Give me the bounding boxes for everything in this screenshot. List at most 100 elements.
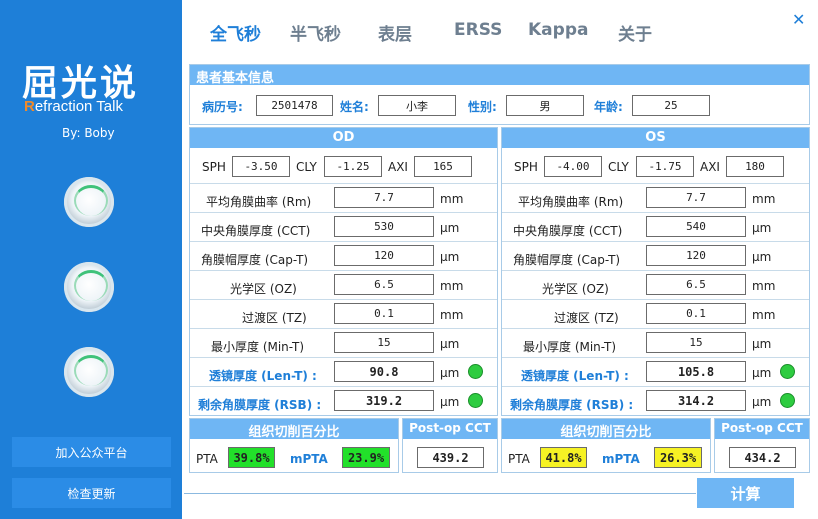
os-axi-field[interactable]: 180 <box>726 156 784 177</box>
od-postop-field[interactable]: 439.2 <box>417 447 484 468</box>
od-cct-unit: μm <box>440 221 460 235</box>
od-rm-label: 平均角膜曲率 (Rm) <box>206 195 312 209</box>
eye-icon-surface[interactable] <box>64 347 114 397</box>
os-ratio-panel: 组织切削百分比 PTA 41.8% mPTA 26.3% <box>501 418 711 473</box>
tab-about[interactable]: 关于 <box>618 20 652 45</box>
tab-surface[interactable]: 表层 <box>378 20 412 45</box>
od-rm-field[interactable]: 7.7 <box>334 187 434 208</box>
close-icon[interactable]: ✕ <box>792 10 805 29</box>
od-min-label: 最小厚度 (Min-T) <box>211 340 305 354</box>
od-cyl-field[interactable]: -1.25 <box>324 156 382 177</box>
os-postop-field[interactable]: 434.2 <box>729 447 796 468</box>
os-rm-label: 平均角膜曲率 (Rm) <box>518 195 624 209</box>
tab-erss[interactable]: ERSS <box>454 20 502 40</box>
os-pta-label: PTA <box>508 452 530 466</box>
os-sph-label: SPH <box>514 160 538 174</box>
divider <box>190 299 497 300</box>
od-cct-field[interactable]: 530 <box>334 216 434 237</box>
os-cct-field[interactable]: 540 <box>646 216 746 237</box>
od-pta-field[interactable]: 39.8% <box>228 447 275 468</box>
od-cap-field[interactable]: 120 <box>334 245 434 266</box>
od-min-unit: μm <box>440 337 460 351</box>
tab-full-femto[interactable]: 全飞秒 <box>210 20 261 45</box>
od-rsb-unit: μm <box>440 395 460 409</box>
divider <box>190 386 497 387</box>
join-platform-button[interactable]: 加入公众平台 <box>12 437 171 467</box>
os-len-field[interactable]: 105.8 <box>646 361 746 382</box>
od-len-field[interactable]: 90.8 <box>334 361 434 382</box>
od-oz-field[interactable]: 6.5 <box>334 274 434 295</box>
od-title: OD <box>190 128 497 148</box>
divider <box>190 183 497 184</box>
divider <box>502 328 809 329</box>
od-cap-label: 角膜帽厚度 (Cap-T) <box>201 253 309 267</box>
sex-label: 性别: <box>468 100 497 114</box>
od-tz-field[interactable]: 0.1 <box>334 303 434 324</box>
patient-panel-title: 患者基本信息 <box>190 65 809 86</box>
os-cap-label: 角膜帽厚度 (Cap-T) <box>513 253 621 267</box>
os-rsb-unit: μm <box>752 395 772 409</box>
tab-kappa[interactable]: Kappa <box>528 20 588 40</box>
record-id-label: 病历号: <box>202 100 243 114</box>
os-pta-field[interactable]: 41.8% <box>540 447 587 468</box>
eye-icon-full-femto[interactable] <box>64 177 114 227</box>
os-tz-unit: mm <box>752 308 776 322</box>
od-oz-unit: mm <box>440 279 464 293</box>
os-rsb-status-icon <box>780 393 795 408</box>
divider <box>502 270 809 271</box>
od-rsb-status-icon <box>468 393 483 408</box>
od-axi-field[interactable]: 165 <box>414 156 472 177</box>
os-min-unit: μm <box>752 337 772 351</box>
od-len-label: 透镜厚度 (Len-T) : <box>209 369 317 383</box>
os-len-label: 透镜厚度 (Len-T) : <box>521 369 629 383</box>
divider <box>190 212 497 213</box>
od-cap-unit: μm <box>440 250 460 264</box>
os-cyl-label: CLY <box>608 160 629 174</box>
os-oz-field[interactable]: 6.5 <box>646 274 746 295</box>
os-min-field[interactable]: 15 <box>646 332 746 353</box>
os-tz-field[interactable]: 0.1 <box>646 303 746 324</box>
os-oz-label: 光学区 (OZ) <box>542 282 609 296</box>
od-pta-label: PTA <box>196 452 218 466</box>
divider <box>184 493 696 494</box>
divider <box>502 386 809 387</box>
os-oz-unit: mm <box>752 279 776 293</box>
od-tz-unit: mm <box>440 308 464 322</box>
os-cyl-field[interactable]: -1.75 <box>636 156 694 177</box>
divider <box>502 357 809 358</box>
od-min-field[interactable]: 15 <box>334 332 434 353</box>
od-len-status-icon <box>468 364 483 379</box>
name-field[interactable]: 小李 <box>378 95 456 116</box>
os-panel: OS SPH -4.00 CLY -1.75 AXI 180 平均角膜曲率 (R… <box>501 127 810 416</box>
os-sph-field[interactable]: -4.00 <box>544 156 602 177</box>
od-rsb-field[interactable]: 319.2 <box>334 390 434 411</box>
od-len-unit: μm <box>440 366 460 380</box>
divider <box>190 328 497 329</box>
calculate-button[interactable]: 计算 <box>697 478 794 508</box>
os-postop-title: Post-op CCT <box>715 419 809 439</box>
age-label: 年龄: <box>594 100 623 114</box>
od-tz-label: 过渡区 (TZ) <box>242 311 307 325</box>
os-rm-field[interactable]: 7.7 <box>646 187 746 208</box>
divider <box>502 212 809 213</box>
os-rsb-field[interactable]: 314.2 <box>646 390 746 411</box>
od-axi-label: AXI <box>388 160 408 174</box>
tab-semi-femto[interactable]: 半飞秒 <box>290 20 341 45</box>
sex-field[interactable]: 男 <box>506 95 584 116</box>
age-field[interactable]: 25 <box>632 95 710 116</box>
divider <box>502 241 809 242</box>
od-mpta-field[interactable]: 23.9% <box>342 447 390 468</box>
os-mpta-field[interactable]: 26.3% <box>654 447 702 468</box>
od-mpta-label: mPTA <box>290 452 328 466</box>
record-id-field[interactable]: 2501478 <box>256 95 333 116</box>
od-sph-field[interactable]: -3.50 <box>232 156 290 177</box>
os-tz-label: 过渡区 (TZ) <box>554 311 619 325</box>
od-cct-label: 中央角膜厚度 (CCT) <box>201 224 311 238</box>
os-cap-field[interactable]: 120 <box>646 245 746 266</box>
logo-r: R <box>24 98 35 115</box>
author-label: By: Boby <box>62 126 115 140</box>
eye-icon-semi-femto[interactable] <box>64 262 114 312</box>
od-cyl-label: CLY <box>296 160 317 174</box>
od-rm-unit: mm <box>440 192 464 206</box>
check-update-button[interactable]: 检查更新 <box>12 478 171 508</box>
